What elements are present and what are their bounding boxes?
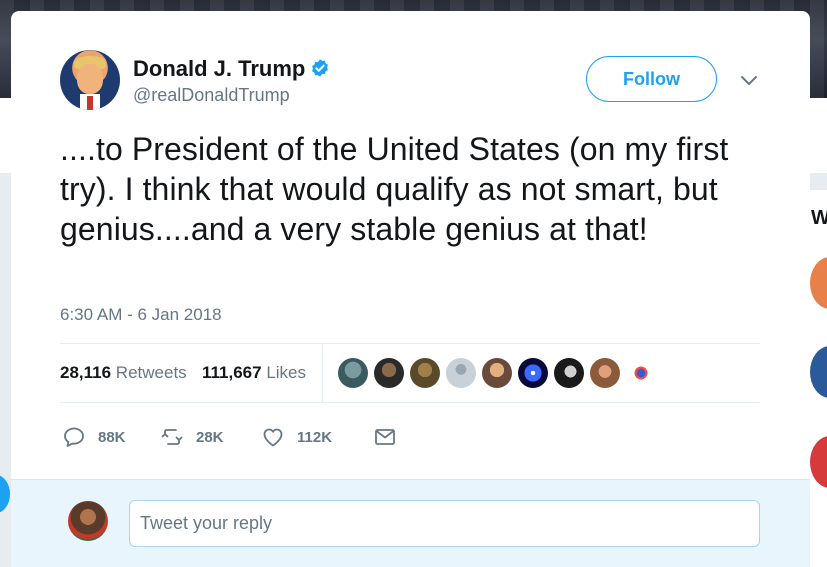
liker-avatar-7[interactable] xyxy=(554,358,584,388)
liker-avatar-1[interactable] xyxy=(338,358,368,388)
background-compose-button xyxy=(0,475,10,513)
retweet-count: 28K xyxy=(196,428,224,446)
liker-avatar-6[interactable] xyxy=(518,358,548,388)
author-handle[interactable]: @realDonaldTrump xyxy=(133,85,290,106)
verified-badge-icon xyxy=(312,59,328,77)
reply-count: 88K xyxy=(98,428,126,446)
liker-avatar-5[interactable] xyxy=(482,358,512,388)
heart-icon xyxy=(263,428,283,447)
liker-avatar-3[interactable] xyxy=(410,358,440,388)
direct-message-button[interactable] xyxy=(373,417,397,457)
retweet-icon xyxy=(161,429,183,445)
likes-stat[interactable]: 111,667 Likes xyxy=(202,363,306,383)
retweets-count: 28,116 xyxy=(60,363,112,382)
tweet-timestamp[interactable]: 6:30 AM - 6 Jan 2018 xyxy=(60,305,222,325)
stats-separator xyxy=(322,344,323,403)
like-button[interactable]: 112K xyxy=(261,417,332,457)
retweet-button[interactable]: 28K xyxy=(160,417,224,457)
reply-input[interactable] xyxy=(129,500,760,547)
current-user-avatar[interactable] xyxy=(68,501,108,541)
tweet-actions: 88K 28K 112K xyxy=(60,417,760,457)
liker-avatar-4[interactable] xyxy=(446,358,476,388)
retweets-label: Retweets xyxy=(115,363,187,382)
reply-button[interactable]: 88K xyxy=(62,417,126,457)
like-count: 112K xyxy=(297,428,333,446)
chevron-down-icon[interactable] xyxy=(739,74,759,88)
tweet-header: Donald J. Trump @realDonaldTrump Follow xyxy=(11,11,810,111)
liker-avatar-2[interactable] xyxy=(374,358,404,388)
divider xyxy=(60,402,760,403)
tweet-modal: Donald J. Trump @realDonaldTrump Follow … xyxy=(11,11,810,567)
liker-avatar-9[interactable] xyxy=(626,358,656,388)
follow-button[interactable]: Follow xyxy=(586,56,717,102)
envelope-icon xyxy=(375,429,395,445)
background-sidebar-heading-fragment: W xyxy=(811,207,827,229)
author-avatar[interactable] xyxy=(60,50,120,110)
retweets-stat[interactable]: 28,116 Retweets xyxy=(60,363,187,383)
liker-avatar-8[interactable] xyxy=(590,358,620,388)
likes-label: Likes xyxy=(266,363,306,382)
tweet-stats: 28,116 Retweets 111,667 Likes xyxy=(60,344,760,403)
author-name[interactable]: Donald J. Trump xyxy=(133,56,305,82)
reply-icon xyxy=(64,427,84,447)
tweet-text: ....to President of the United States (o… xyxy=(60,131,729,247)
reply-composer xyxy=(11,479,810,567)
likes-count: 111,667 xyxy=(202,363,262,382)
